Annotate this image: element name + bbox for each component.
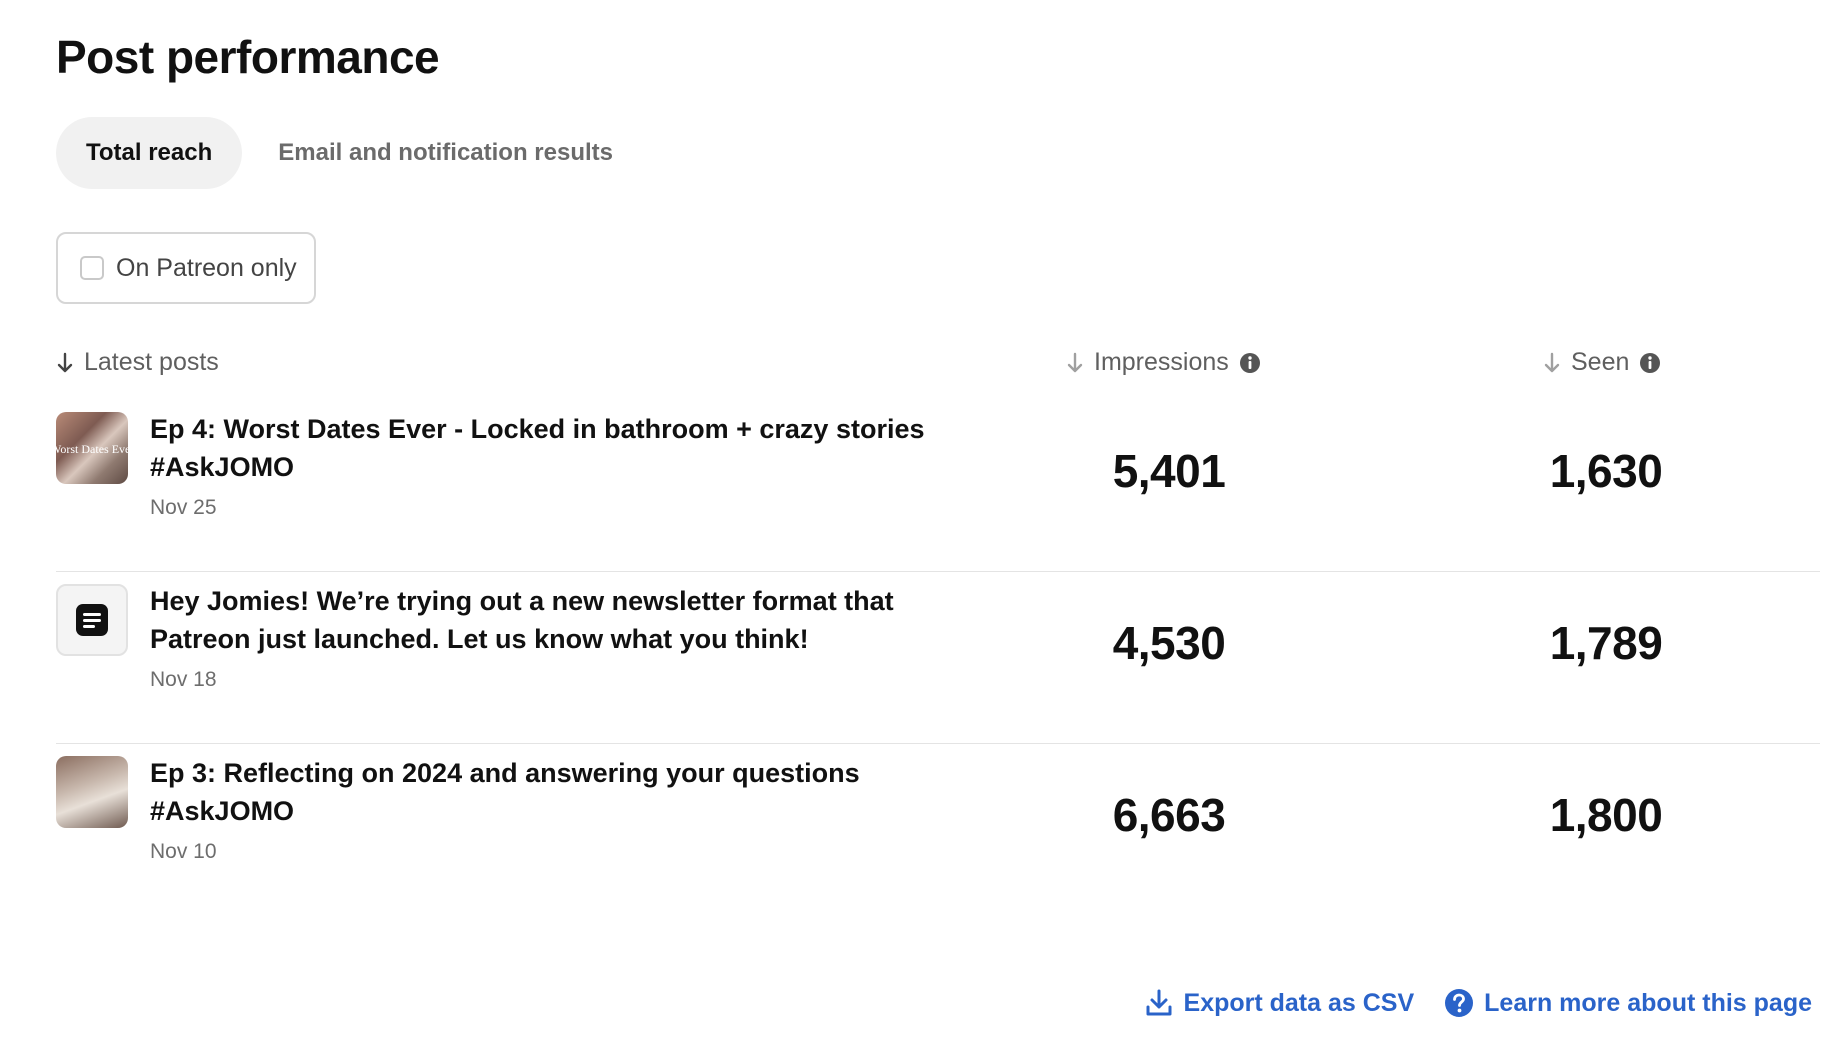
sort-impressions[interactable]: Impressions — [1066, 348, 1261, 377]
posts-table: Worst Dates Ever Ep 4: Worst Dates Ever … — [56, 400, 1820, 916]
column-impressions: Impressions — [1094, 348, 1229, 376]
arrow-down-icon — [1544, 352, 1560, 372]
page-title: Post performance — [56, 31, 440, 83]
sort-seen[interactable]: Seen — [1543, 348, 1661, 377]
info-icon[interactable] — [1639, 352, 1661, 374]
arrow-down-icon — [1067, 352, 1083, 372]
info-icon[interactable] — [1239, 352, 1261, 374]
post-thumbnail[interactable] — [56, 756, 128, 828]
column-seen: Seen — [1571, 348, 1630, 376]
seen-value: 1,789 — [1549, 617, 1663, 669]
post-date: Nov 18 — [150, 668, 217, 691]
help-icon — [1445, 989, 1474, 1017]
post-title[interactable]: Ep 3: Reflecting on 2024 and answering y… — [150, 754, 950, 830]
impressions-value: 5,401 — [1112, 445, 1226, 497]
tab-total-reach[interactable]: Total reach — [56, 117, 243, 189]
impressions-value: 4,530 — [1112, 617, 1226, 669]
table-header: Latest posts Impressions Seen — [56, 348, 1834, 384]
sort-latest-posts[interactable]: Latest posts — [56, 348, 219, 377]
seen-value: 1,800 — [1549, 789, 1663, 841]
arrow-down-icon — [57, 352, 73, 372]
tab-bar: Total reach Email and notification resul… — [56, 117, 649, 189]
learn-more-link[interactable]: Learn more about this page — [1444, 988, 1812, 1018]
export-csv-link[interactable]: Export data as CSV — [1144, 988, 1415, 1018]
post-thumbnail[interactable] — [56, 584, 128, 656]
download-icon — [1146, 989, 1172, 1016]
column-latest-posts: Latest posts — [84, 348, 219, 376]
post-date: Nov 25 — [150, 496, 217, 519]
filter-label: On Patreon only — [116, 253, 297, 282]
tab-email-notification-results[interactable]: Email and notification results — [250, 117, 641, 189]
export-csv-label: Export data as CSV — [1183, 988, 1415, 1017]
text-post-icon — [76, 604, 108, 636]
table-row[interactable]: Ep 3: Reflecting on 2024 and answering y… — [56, 744, 1820, 916]
post-date: Nov 10 — [150, 840, 217, 863]
footer-links: Export data as CSV Learn more about this… — [1114, 988, 1812, 1018]
on-patreon-only-filter[interactable]: On Patreon only — [56, 232, 316, 304]
post-title[interactable]: Hey Jomies! We’re trying out a new newsl… — [150, 582, 950, 658]
post-title[interactable]: Ep 4: Worst Dates Ever - Locked in bathr… — [150, 410, 950, 486]
table-row[interactable]: Hey Jomies! We’re trying out a new newsl… — [56, 572, 1820, 744]
seen-value: 1,630 — [1549, 445, 1663, 497]
impressions-value: 6,663 — [1112, 789, 1226, 841]
thumbnail-text: Worst Dates Ever — [56, 442, 128, 456]
table-row[interactable]: Worst Dates Ever Ep 4: Worst Dates Ever … — [56, 400, 1820, 572]
post-performance-page: Post performance Total reach Email and n… — [0, 0, 1834, 1060]
learn-more-label: Learn more about this page — [1484, 988, 1812, 1017]
post-thumbnail[interactable]: Worst Dates Ever — [56, 412, 128, 484]
on-patreon-only-checkbox[interactable] — [80, 256, 104, 280]
